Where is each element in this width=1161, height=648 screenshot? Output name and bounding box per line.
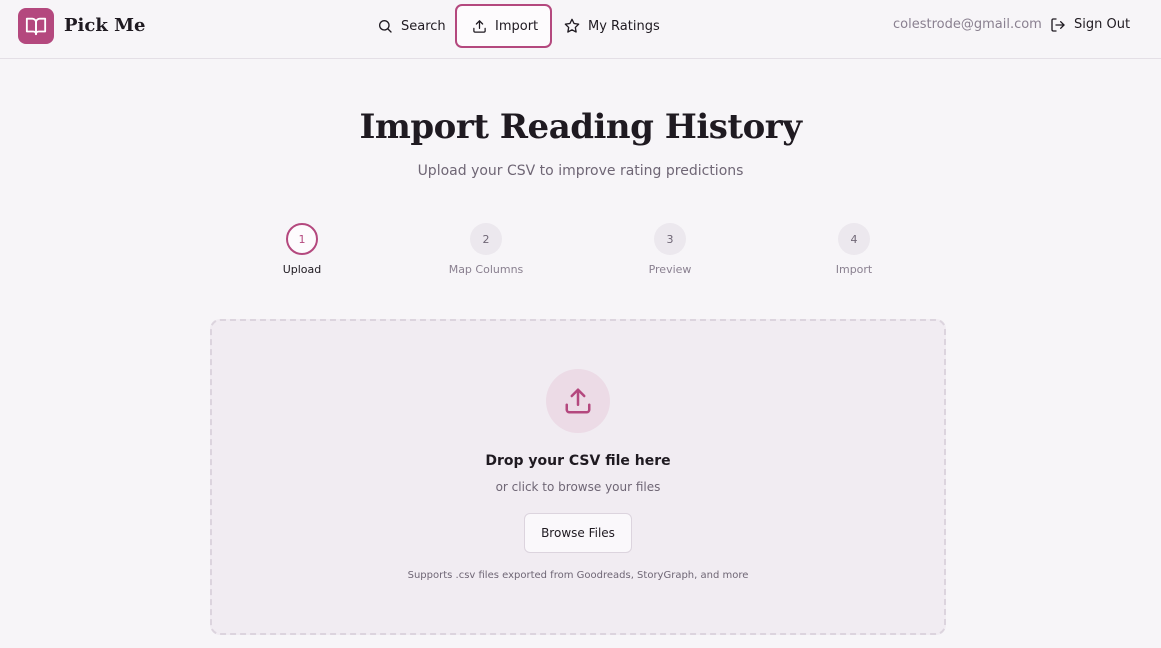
step-upload: 1 Upload <box>242 223 362 277</box>
app-name[interactable]: Pick Me <box>64 14 145 38</box>
upload-icon <box>565 388 591 414</box>
step-preview: 3 Preview <box>610 223 730 277</box>
user-email: colestrode@gmail.com <box>893 17 1042 32</box>
step-label: Map Columns <box>448 263 524 276</box>
app-logo[interactable] <box>18 8 54 44</box>
sign-out-icon <box>1051 18 1065 32</box>
dropzone-title: Drop your CSV file here <box>485 453 671 469</box>
sign-out-label: Sign Out <box>1074 17 1131 32</box>
sign-out-button[interactable]: Sign Out <box>1050 14 1130 36</box>
page-title: Import Reading History <box>359 107 802 147</box>
nav-search-link[interactable]: Search <box>377 4 446 48</box>
top-nav-bar: Pick Me Search Import My Ratings colestr… <box>0 0 1161 59</box>
search-icon <box>379 20 392 33</box>
step-number-badge: 1 <box>286 223 318 255</box>
step-map-columns: 2 Map Columns <box>426 223 546 277</box>
browse-files-button[interactable]: Browse Files <box>524 513 632 553</box>
page-subtitle: Upload your CSV to improve rating predic… <box>417 163 744 179</box>
nav-import-link[interactable]: Import <box>455 4 552 48</box>
step-label: Upload <box>282 263 322 276</box>
nav-import-label: Import <box>495 18 539 34</box>
step-label: Import <box>835 263 873 276</box>
supported-formats-note: Supports .csv files exported from Goodre… <box>407 570 749 581</box>
upload-icon <box>473 19 486 33</box>
nav-search-label: Search <box>401 18 446 34</box>
open-book-icon <box>25 17 47 36</box>
step-number-badge: 2 <box>470 223 502 255</box>
csv-dropzone[interactable]: Drop your CSV file here or click to brow… <box>210 319 946 635</box>
step-number-badge: 4 <box>838 223 870 255</box>
upload-icon-badge <box>546 369 610 433</box>
dropzone-subtitle: or click to browse your files <box>495 480 661 494</box>
nav-my-ratings-label: My Ratings <box>588 18 660 34</box>
nav-my-ratings-link[interactable]: My Ratings <box>564 4 660 48</box>
star-icon <box>564 18 580 33</box>
step-number-badge: 3 <box>654 223 686 255</box>
step-import: 4 Import <box>794 223 914 277</box>
step-label: Preview <box>648 263 692 276</box>
